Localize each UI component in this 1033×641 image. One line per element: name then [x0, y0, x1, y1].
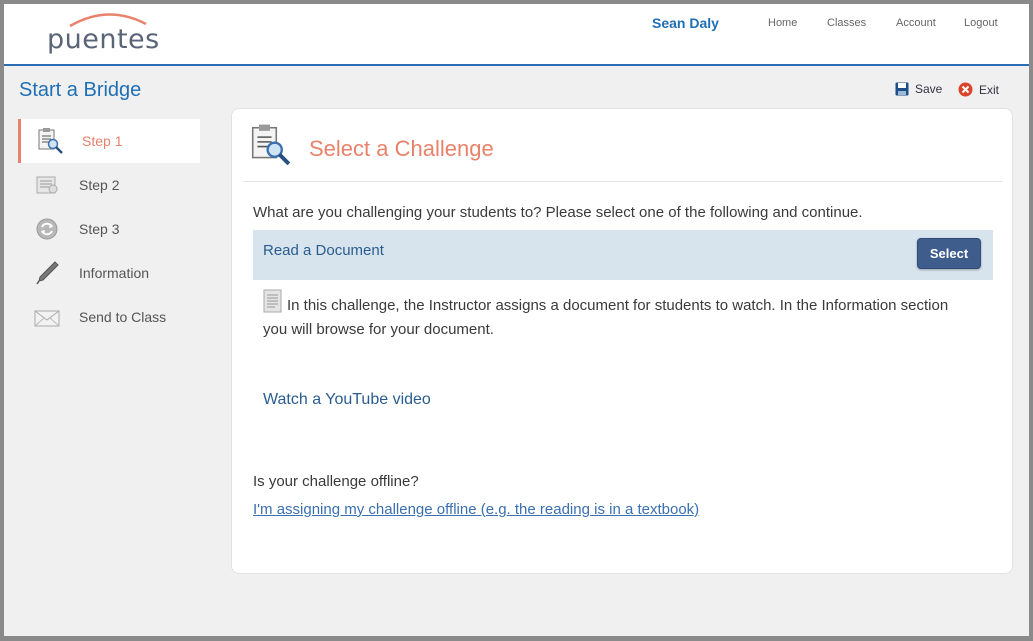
sidebar-item-label: Step 2: [79, 177, 120, 193]
nav-classes[interactable]: Classes: [827, 17, 866, 29]
exit-label: Exit: [979, 82, 1000, 97]
select-button[interactable]: Select: [917, 238, 981, 269]
option-title[interactable]: Read a Document: [263, 242, 384, 259]
sidebar-item-step-1[interactable]: Step 1: [18, 119, 200, 163]
header: puentes Sean Daly Home Classes Account L…: [4, 4, 1029, 66]
document-search-icon: [251, 124, 291, 166]
offline-challenge-link[interactable]: I'm assigning my challenge offline (e.g.…: [253, 501, 699, 518]
page-title: Start a Bridge: [19, 79, 142, 101]
app-window: puentes Sean Daly Home Classes Account L…: [4, 4, 1029, 636]
nav-logout[interactable]: Logout: [964, 17, 998, 29]
sidebar-item-send-to-class[interactable]: Send to Class: [18, 295, 200, 339]
sidebar-item-label: Send to Class: [79, 309, 167, 325]
option-read-document[interactable]: Read a Document Select: [253, 230, 993, 280]
sidebar-item-label: Step 3: [79, 221, 120, 237]
refresh-icon: [36, 218, 58, 240]
nav-home[interactable]: Home: [768, 17, 797, 29]
sidebar: Step 1 Step 2 Step 3 Information Send to…: [18, 119, 200, 339]
save-button[interactable]: Save: [895, 82, 942, 96]
envelope-icon: [34, 310, 60, 327]
sidebar-item-label: Information: [79, 265, 150, 281]
sidebar-item-step-2[interactable]: Step 2: [18, 163, 200, 207]
exit-button[interactable]: Exit: [958, 82, 999, 97]
sidebar-item-label: Step 1: [82, 133, 123, 149]
document-search-icon: [38, 128, 63, 154]
user-name[interactable]: Sean Daly: [652, 15, 719, 31]
option-watch-youtube[interactable]: Watch a YouTube video: [263, 391, 431, 409]
nav-account[interactable]: Account: [896, 17, 936, 29]
sidebar-item-step-3[interactable]: Step 3: [18, 207, 200, 251]
sidebar-item-information[interactable]: Information: [18, 251, 200, 295]
pen-icon: [36, 261, 59, 285]
challenge-panel: Select a Challenge What are you challeng…: [231, 108, 1013, 574]
close-circle-icon: [958, 82, 973, 97]
panel-title: Select a Challenge: [309, 136, 494, 161]
floppy-disk-icon: [895, 82, 909, 96]
logo: puentes: [47, 24, 160, 55]
divider: [243, 181, 1003, 182]
save-label: Save: [915, 82, 943, 96]
document-icon: [36, 176, 58, 194]
document-icon: [263, 289, 282, 313]
option-description: In this challenge, the Instructor assign…: [263, 289, 963, 342]
offline-question: Is your challenge offline?: [253, 473, 419, 490]
challenge-prompt: What are you challenging your students t…: [253, 204, 863, 221]
description-text: In this challenge, the Instructor assign…: [263, 297, 949, 338]
